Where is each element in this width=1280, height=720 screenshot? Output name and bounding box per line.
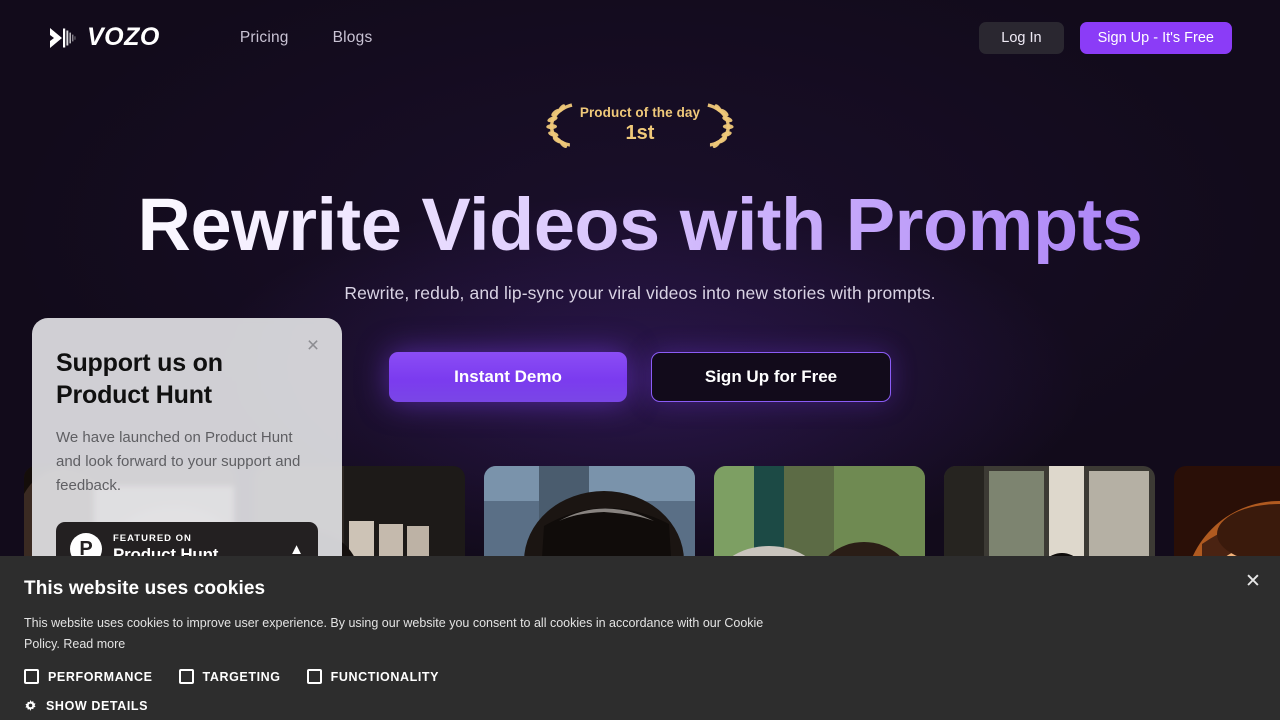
product-hunt-popup: × Support us on Product Hunt We have lau… [32,318,342,568]
gear-icon [25,699,36,711]
page-subtitle: Rewrite, redub, and lip-sync your viral … [344,283,936,303]
cookie-option-functionality[interactable]: FUNCTIONALITY [306,669,440,685]
cookie-title: This website uses cookies [24,578,266,599]
targeting-label: TARGETING [202,669,281,684]
functionality-checkbox[interactable] [306,669,322,685]
signup-for-free-button[interactable]: Sign Up for Free [651,352,891,402]
signup-button[interactable]: Sign Up - It's Free [1079,21,1232,54]
cookie-close-icon[interactable]: ✕ [1240,568,1266,594]
badge-text: Product of the day 1st [580,105,700,145]
targeting-checkbox[interactable] [178,669,194,685]
site-header: VOZO Pricing Blogs Log In Sign Up - It's… [0,0,1280,75]
login-button[interactable]: Log In [979,21,1064,54]
instant-demo-button[interactable]: Instant Demo [389,352,627,402]
badge-kicker: FEATURED ON [113,532,192,544]
cookie-option-targeting[interactable]: TARGETING [178,669,281,685]
header-actions: Log In Sign Up - It's Free [979,21,1232,54]
nav-link-pricing[interactable]: Pricing [240,29,289,47]
laurel-right-icon [707,103,734,149]
performance-label: PERFORMANCE [48,669,153,684]
show-details-label: SHOW DETAILS [46,699,149,714]
upvote-triangle-icon[interactable]: ▲ [289,541,304,558]
functionality-label: FUNCTIONALITY [330,669,440,684]
show-details-toggle[interactable]: SHOW DETAILS [24,699,1256,713]
performance-checkbox[interactable] [24,669,39,685]
logo-text: VOZO [87,23,160,51]
cookie-banner: ✕ This website uses cookies This website… [0,556,1280,720]
cookie-options: PERFORMANCE TARGETING FUNCTIONALITY [24,669,1256,685]
popup-body: We have launched on Product Hunt and loo… [56,429,301,494]
landing-page: VOZO Pricing Blogs Log In Sign Up - It's… [0,0,1280,720]
popup-title: Support us on Product Hunt [56,349,223,409]
laurel-left-icon [546,103,573,149]
product-of-the-day-badge: Product of the day 1st [545,94,735,156]
page-title: Rewrite Videos with Prompts [0,186,1280,264]
badge-rank: 1st [625,122,655,144]
cookie-description: This website uses cookies to improve use… [24,616,764,651]
close-icon[interactable]: × [300,332,326,358]
nav-link-blogs[interactable]: Blogs [333,29,373,47]
main-nav: Pricing Blogs [240,29,373,47]
cookie-option-performance[interactable]: PERFORMANCE [24,669,153,685]
vozo-play-logo-icon [50,27,76,48]
logo[interactable]: VOZO [48,23,160,53]
badge-title: Product of the day [579,105,701,120]
